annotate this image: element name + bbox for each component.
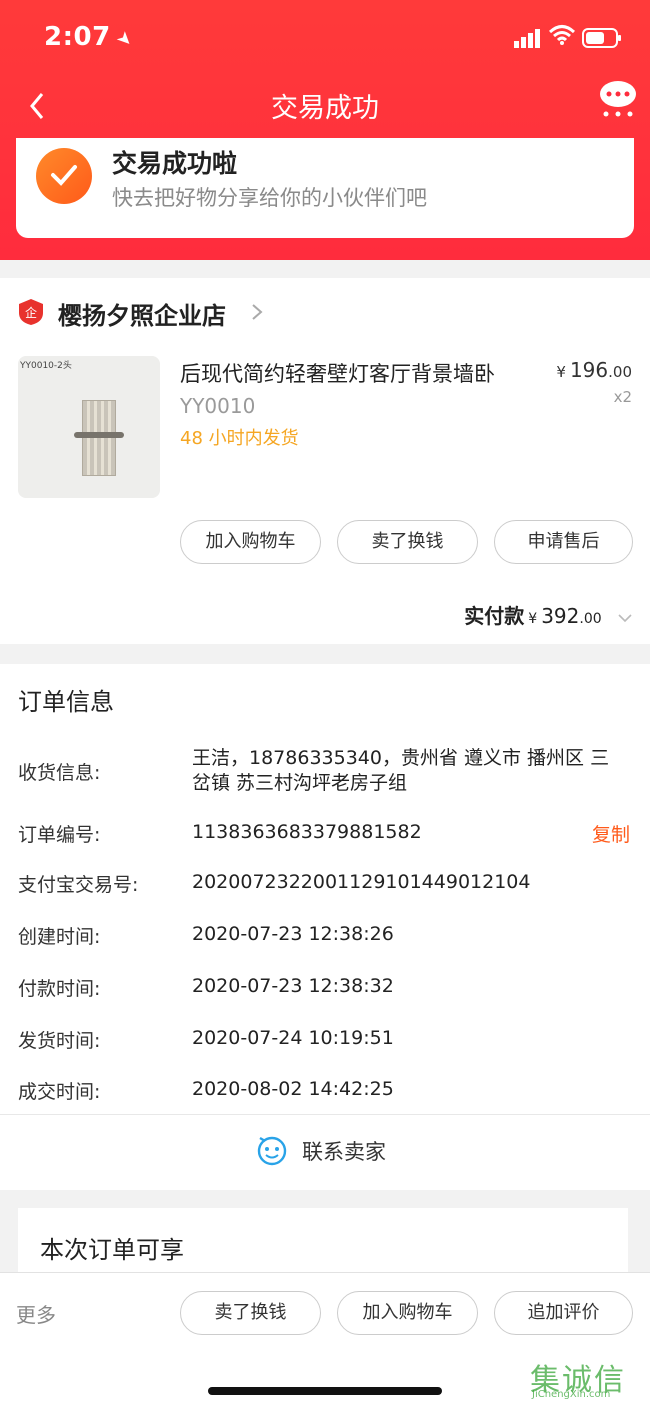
contact-seller-button[interactable]: 联系卖家 — [0, 1132, 650, 1172]
nav-bar: 交易成功 — [0, 78, 650, 128]
shipping-address-value: 王洁，18786335340，贵州省 遵义市 播州区 三岔镇 苏三村沟坪老房子组 — [192, 747, 610, 794]
success-check-icon — [36, 148, 92, 204]
order-benefits-card: 本次订单可享 — [18, 1208, 628, 1278]
success-subtitle: 快去把好物分享给你的小伙伴们吧 — [112, 186, 427, 210]
copy-button[interactable]: 复制 — [592, 820, 630, 847]
cellular-signal-icon — [514, 29, 540, 48]
product-sku: YY0010 — [180, 394, 256, 418]
resell-bottom-button[interactable]: 卖了换钱 — [180, 1291, 321, 1335]
row-label: 成交时间: — [18, 1081, 101, 1103]
amount-paid[interactable]: 实付款 ¥392.00 — [464, 600, 632, 629]
lamp-illustration — [82, 400, 116, 476]
success-card: 交易成功啦 快去把好物分享给你的小伙伴们吧 — [16, 138, 634, 238]
add-review-button[interactable]: 追加评价 — [494, 1291, 633, 1335]
alipay-trade-value: 2020072322001129101449012104 — [192, 871, 531, 893]
success-title: 交易成功啦 — [112, 149, 238, 178]
product-quantity: x2 — [613, 388, 632, 406]
paid-time-value: 2020-07-23 12:38:32 — [192, 975, 394, 997]
row-label: 付款时间: — [18, 978, 101, 1000]
amount-paid-label: 实付款 — [464, 604, 525, 628]
order-number-value: 1138363683379881582 — [192, 821, 422, 843]
wifi-icon — [548, 25, 576, 45]
completed-time-value: 2020-08-02 14:42:25 — [192, 1078, 394, 1100]
chevron-right-icon[interactable] — [250, 302, 264, 322]
row-label: 订单编号: — [18, 824, 101, 846]
resell-button[interactable]: 卖了换钱 — [337, 520, 478, 564]
status-bar: 2:07➤ — [0, 18, 650, 62]
status-time: 2:07➤ — [44, 22, 138, 53]
order-benefits-title: 本次订单可享 — [40, 1236, 184, 1264]
more-button[interactable]: 更多 — [16, 1299, 56, 1328]
shop-name[interactable]: 樱扬夕照企业店 — [58, 296, 226, 331]
add-to-cart-bottom-button[interactable]: 加入购物车 — [337, 1291, 478, 1335]
battery-icon — [582, 28, 621, 48]
divider — [0, 1114, 650, 1115]
created-time-value: 2020-07-23 12:38:26 — [192, 923, 394, 945]
watermark-logo: 集诚信 JiChengXin.com — [530, 1355, 642, 1405]
chevron-down-icon[interactable] — [618, 613, 632, 623]
page-title: 交易成功 — [271, 93, 379, 124]
shipping-promise: 48 小时内发货 — [180, 428, 299, 449]
row-label: 发货时间: — [18, 1030, 101, 1052]
row-label: 创建时间: — [18, 926, 101, 948]
order-info-section: 订单信息 收货信息: 王洁，18786335340，贵州省 遵义市 播州区 三岔… — [0, 664, 650, 1190]
header: 2:07➤ 交易成功 交易成功啦 快去把好物分享给你的小伙伴们吧 — [0, 0, 650, 260]
row-label: 支付宝交易号: — [18, 874, 139, 896]
svg-text:企: 企 — [25, 305, 37, 320]
product-title[interactable]: 后现代简约轻奢壁灯客厅背景墙卧 — [180, 358, 530, 388]
more-options-icon[interactable] — [598, 78, 638, 118]
product-price: ¥196.00 — [556, 358, 632, 382]
row-label: 收货信息: — [18, 762, 101, 784]
bottom-action-bar: 更多 卖了换钱 加入购物车 追加评价 集诚信 JiChengXin.com — [0, 1272, 650, 1406]
after-sale-button[interactable]: 申请售后 — [494, 520, 633, 564]
enterprise-shop-icon: 企 — [19, 299, 43, 325]
shipped-time-value: 2020-07-24 10:19:51 — [192, 1027, 394, 1049]
product-image-label: YY0010-2头 — [20, 361, 72, 371]
product-image[interactable]: YY0010-2头 — [18, 356, 160, 498]
contact-seller-label: 联系卖家 — [302, 1140, 386, 1164]
lamp-mount — [74, 432, 124, 438]
location-arrow-icon: ➤ — [111, 26, 138, 53]
shop-section: 企 樱扬夕照企业店 YY0010-2头 后现代简约轻奢壁灯客厅背景墙卧 YY00… — [0, 278, 650, 644]
chat-face-icon — [257, 1136, 287, 1166]
add-to-cart-button[interactable]: 加入购物车 — [180, 520, 321, 564]
order-info-heading: 订单信息 — [18, 688, 114, 716]
watermark-en: JiChengXin.com — [532, 1389, 611, 1400]
home-indicator[interactable] — [208, 1387, 442, 1395]
